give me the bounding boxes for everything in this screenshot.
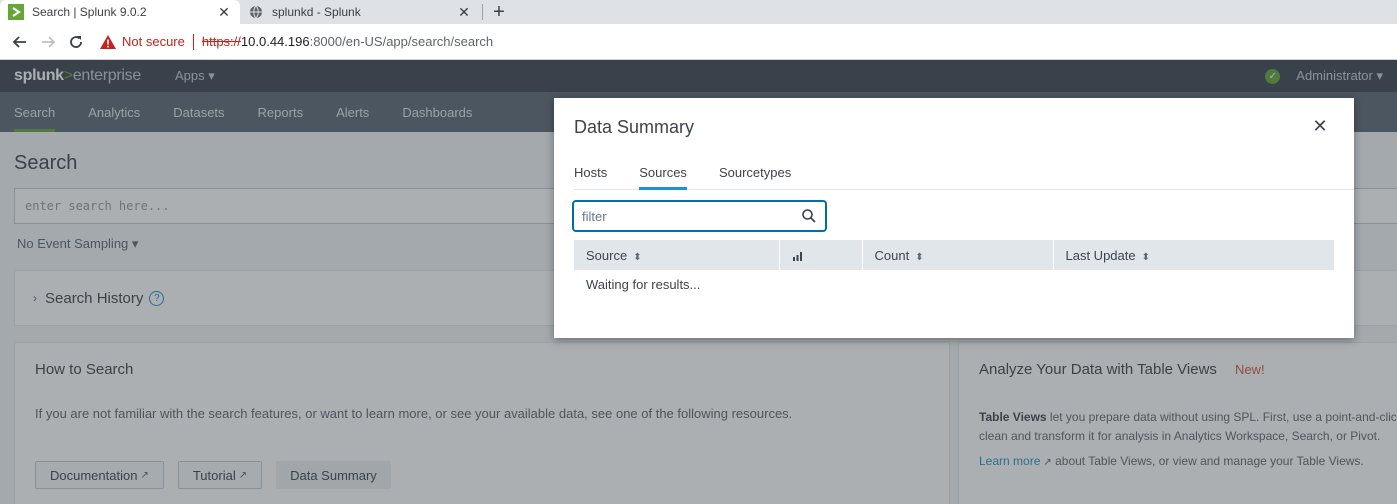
column-sparkline[interactable]: [779, 240, 863, 270]
not-secure-label[interactable]: Not secure: [122, 34, 185, 49]
tab-title: Search | Splunk 9.0.2: [32, 5, 147, 19]
browser-tab-bar: Search | Splunk 9.0.2 ✕ splunkd - Splunk…: [0, 0, 1397, 24]
sort-icon: ⬍: [633, 251, 642, 263]
url-path: :8000/en-US/app/search/search: [309, 34, 494, 49]
new-tab-button[interactable]: +: [485, 0, 513, 24]
sort-icon: ⬍: [1141, 251, 1150, 263]
splunk-favicon-icon: [8, 4, 24, 20]
column-last-update[interactable]: Last Update ⬍: [1053, 240, 1334, 270]
browser-tab-splunkd[interactable]: splunkd - Splunk ✕: [240, 0, 480, 24]
close-tab-icon[interactable]: ✕: [456, 4, 472, 21]
sort-icon: ⬍: [915, 251, 924, 263]
back-arrow-icon[interactable]: [6, 28, 34, 56]
reload-icon[interactable]: [62, 28, 90, 56]
filter-field[interactable]: [572, 200, 827, 232]
tab-sources[interactable]: Sources: [639, 160, 687, 190]
tab-hosts[interactable]: Hosts: [574, 160, 607, 189]
url-scheme: https://: [201, 34, 241, 49]
search-icon: [802, 209, 816, 223]
tab-sourcetypes[interactable]: Sourcetypes: [719, 160, 791, 189]
omnibox-divider: [192, 33, 194, 50]
address-bar[interactable]: Not secure https:// 10.0.44.196 :8000/en…: [90, 28, 1391, 56]
data-summary-modal: Data Summary ✕ Hosts Sources Sourcetypes…: [554, 98, 1354, 338]
url-host: 10.0.44.196: [240, 34, 310, 49]
column-count[interactable]: Count ⬍: [862, 240, 1054, 270]
warning-icon: [100, 34, 116, 49]
column-source[interactable]: Source ⬍: [574, 240, 780, 270]
bar-chart-icon: [792, 252, 802, 262]
filter-input[interactable]: [582, 208, 801, 224]
browser-tab-search[interactable]: Search | Splunk 9.0.2 ✕: [0, 0, 240, 24]
loading-status: Waiting for results...: [586, 277, 701, 292]
table-header-row: Source ⬍ Count ⬍ Last Update ⬍: [574, 240, 1334, 270]
close-icon[interactable]: ✕: [1312, 117, 1328, 135]
modal-title: Data Summary: [574, 117, 695, 137]
globe-icon: [248, 4, 264, 20]
sources-table: Source ⬍ Count ⬍ Last Update ⬍: [574, 240, 1334, 270]
modal-tab-list: Hosts Sources Sourcetypes: [574, 160, 1354, 190]
browser-toolbar: Not secure https:// 10.0.44.196 :8000/en…: [0, 24, 1397, 60]
close-tab-icon[interactable]: ✕: [216, 4, 232, 21]
tab-title: splunkd - Splunk: [272, 5, 361, 19]
forward-arrow-icon[interactable]: [34, 28, 62, 56]
tab-separator: [482, 4, 483, 20]
